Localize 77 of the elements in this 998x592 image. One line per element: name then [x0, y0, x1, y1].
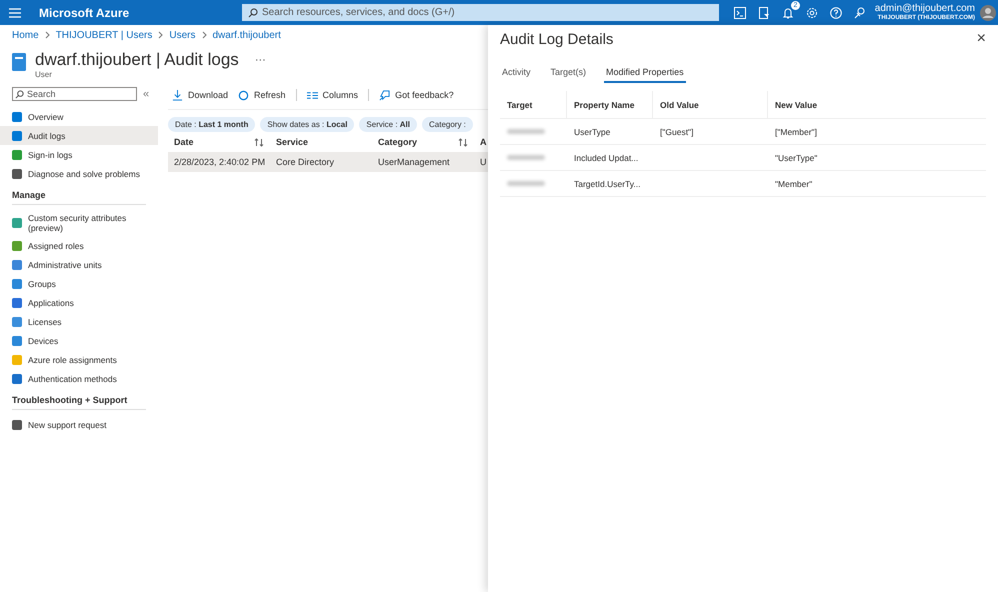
table-row[interactable]: 2/28/2023, 2:40:02 PM Core Directory UserManagement U	[168, 152, 488, 172]
table-cell: Core Directory	[276, 157, 334, 167]
brand-name[interactable]: Microsoft Azure	[39, 6, 242, 20]
section-heading: Troubleshooting + Support	[12, 395, 146, 410]
column-header[interactable]: A	[474, 137, 488, 147]
chevron-icon	[202, 31, 206, 39]
breadcrumb-link[interactable]: Home	[12, 30, 39, 40]
sidebar-item[interactable]: Assigned roles	[0, 236, 158, 255]
filter-chip[interactable]: Show dates as : Local	[260, 117, 354, 132]
tab[interactable]: Activity	[500, 67, 533, 83]
account-email[interactable]: admin@thijoubert.com	[874, 4, 975, 15]
bell-icon[interactable]	[782, 6, 794, 18]
column-header[interactable]: Category	[372, 137, 474, 147]
terminal-icon[interactable]	[734, 6, 746, 18]
sidebar-item[interactable]: New support request	[0, 415, 158, 434]
help-icon[interactable]	[830, 6, 842, 18]
column-header[interactable]: Old Value	[660, 100, 699, 110]
toolbar-button[interactable]: Refresh	[238, 90, 286, 100]
table-cell: UserType	[574, 126, 610, 136]
avatar-icon[interactable]	[980, 4, 996, 20]
sidebar-item[interactable]: Devices	[0, 331, 158, 350]
settings-icon[interactable]	[806, 6, 818, 18]
sidebar-item[interactable]: Azure role assignments	[0, 350, 158, 369]
sort-icon[interactable]	[254, 138, 264, 146]
refresh-icon	[238, 90, 250, 100]
toolbar-button[interactable]: Columns	[306, 90, 358, 100]
breadcrumb-link[interactable]: Users	[169, 30, 196, 40]
column-header[interactable]: Service	[270, 137, 372, 147]
filter-chip[interactable]: Date : Last 1 month	[168, 117, 256, 132]
sidebar-item[interactable]: Authentication methods	[0, 369, 158, 388]
sidebar-item[interactable]: Audit logs	[0, 126, 158, 145]
panel-title: Audit Log Details	[500, 30, 614, 48]
filter-chip[interactable]: Category :	[422, 117, 473, 132]
table-cell: "UserType"	[775, 152, 818, 162]
breadcrumb-link[interactable]: THIJOUBERT | Users	[56, 30, 152, 40]
page-subtitle: User	[35, 70, 53, 79]
search-field[interactable]: Search	[12, 87, 137, 101]
sidebar-item[interactable]: Administrative units	[0, 255, 158, 274]
download-icon	[172, 90, 183, 100]
table-cell: "Member"	[775, 178, 812, 188]
sidebar-item[interactable]: Diagnose and solve problems	[0, 164, 158, 183]
tab[interactable]: Target(s)	[548, 67, 588, 83]
search-icon	[15, 90, 24, 99]
sidebar-item[interactable]: Groups	[0, 274, 158, 293]
search-icon	[248, 8, 258, 18]
tab[interactable]: Modified Properties	[604, 67, 686, 83]
toolbar-button[interactable]: Got feedback?	[379, 90, 454, 100]
column-header[interactable]: Target	[507, 100, 532, 110]
table-cell: TargetId.UserTy...	[574, 178, 640, 188]
table-cell: ["Guest"]	[660, 126, 694, 136]
sidebar-item[interactable]: Sign-in logs	[0, 145, 158, 164]
filter-chip[interactable]: Service : All	[359, 117, 417, 132]
column-header[interactable]: New Value	[775, 100, 818, 110]
table-cell: ["Member"]	[775, 126, 817, 136]
table-cell: Included Updat...	[574, 152, 638, 162]
sidebar-item[interactable]: Overview	[0, 107, 158, 126]
close-button[interactable]: ×	[976, 30, 986, 48]
table-cell: U	[480, 157, 486, 167]
section-heading: Manage	[12, 190, 146, 205]
column-header[interactable]: Property Name	[574, 100, 634, 110]
sidebar-item[interactable]: Applications	[0, 293, 158, 312]
more-button[interactable]: ···	[254, 54, 266, 66]
menu-icon[interactable]	[9, 8, 21, 18]
columns-icon	[306, 90, 318, 100]
search-field[interactable]: Search resources, services, and docs (G+/)	[242, 4, 719, 21]
sidebar-item[interactable]: Licenses	[0, 312, 158, 331]
table-cell: UserManagement	[378, 157, 450, 167]
toolbar-button[interactable]: Download	[172, 90, 228, 100]
chevron-icon	[158, 31, 164, 39]
table-cell: 2/28/2023, 2:40:02 PM	[174, 157, 266, 167]
collapse-button[interactable]: «	[143, 88, 150, 100]
breadcrumb-link[interactable]: dwarf.thijoubert	[212, 30, 281, 40]
chevron-icon	[44, 31, 50, 39]
sidebar-item[interactable]: Custom security attributes (preview)	[0, 210, 158, 236]
column-header[interactable]: Date	[168, 137, 270, 147]
page-title: dwarf.thijoubert | Audit logs	[35, 50, 239, 70]
sort-icon[interactable]	[458, 138, 468, 146]
